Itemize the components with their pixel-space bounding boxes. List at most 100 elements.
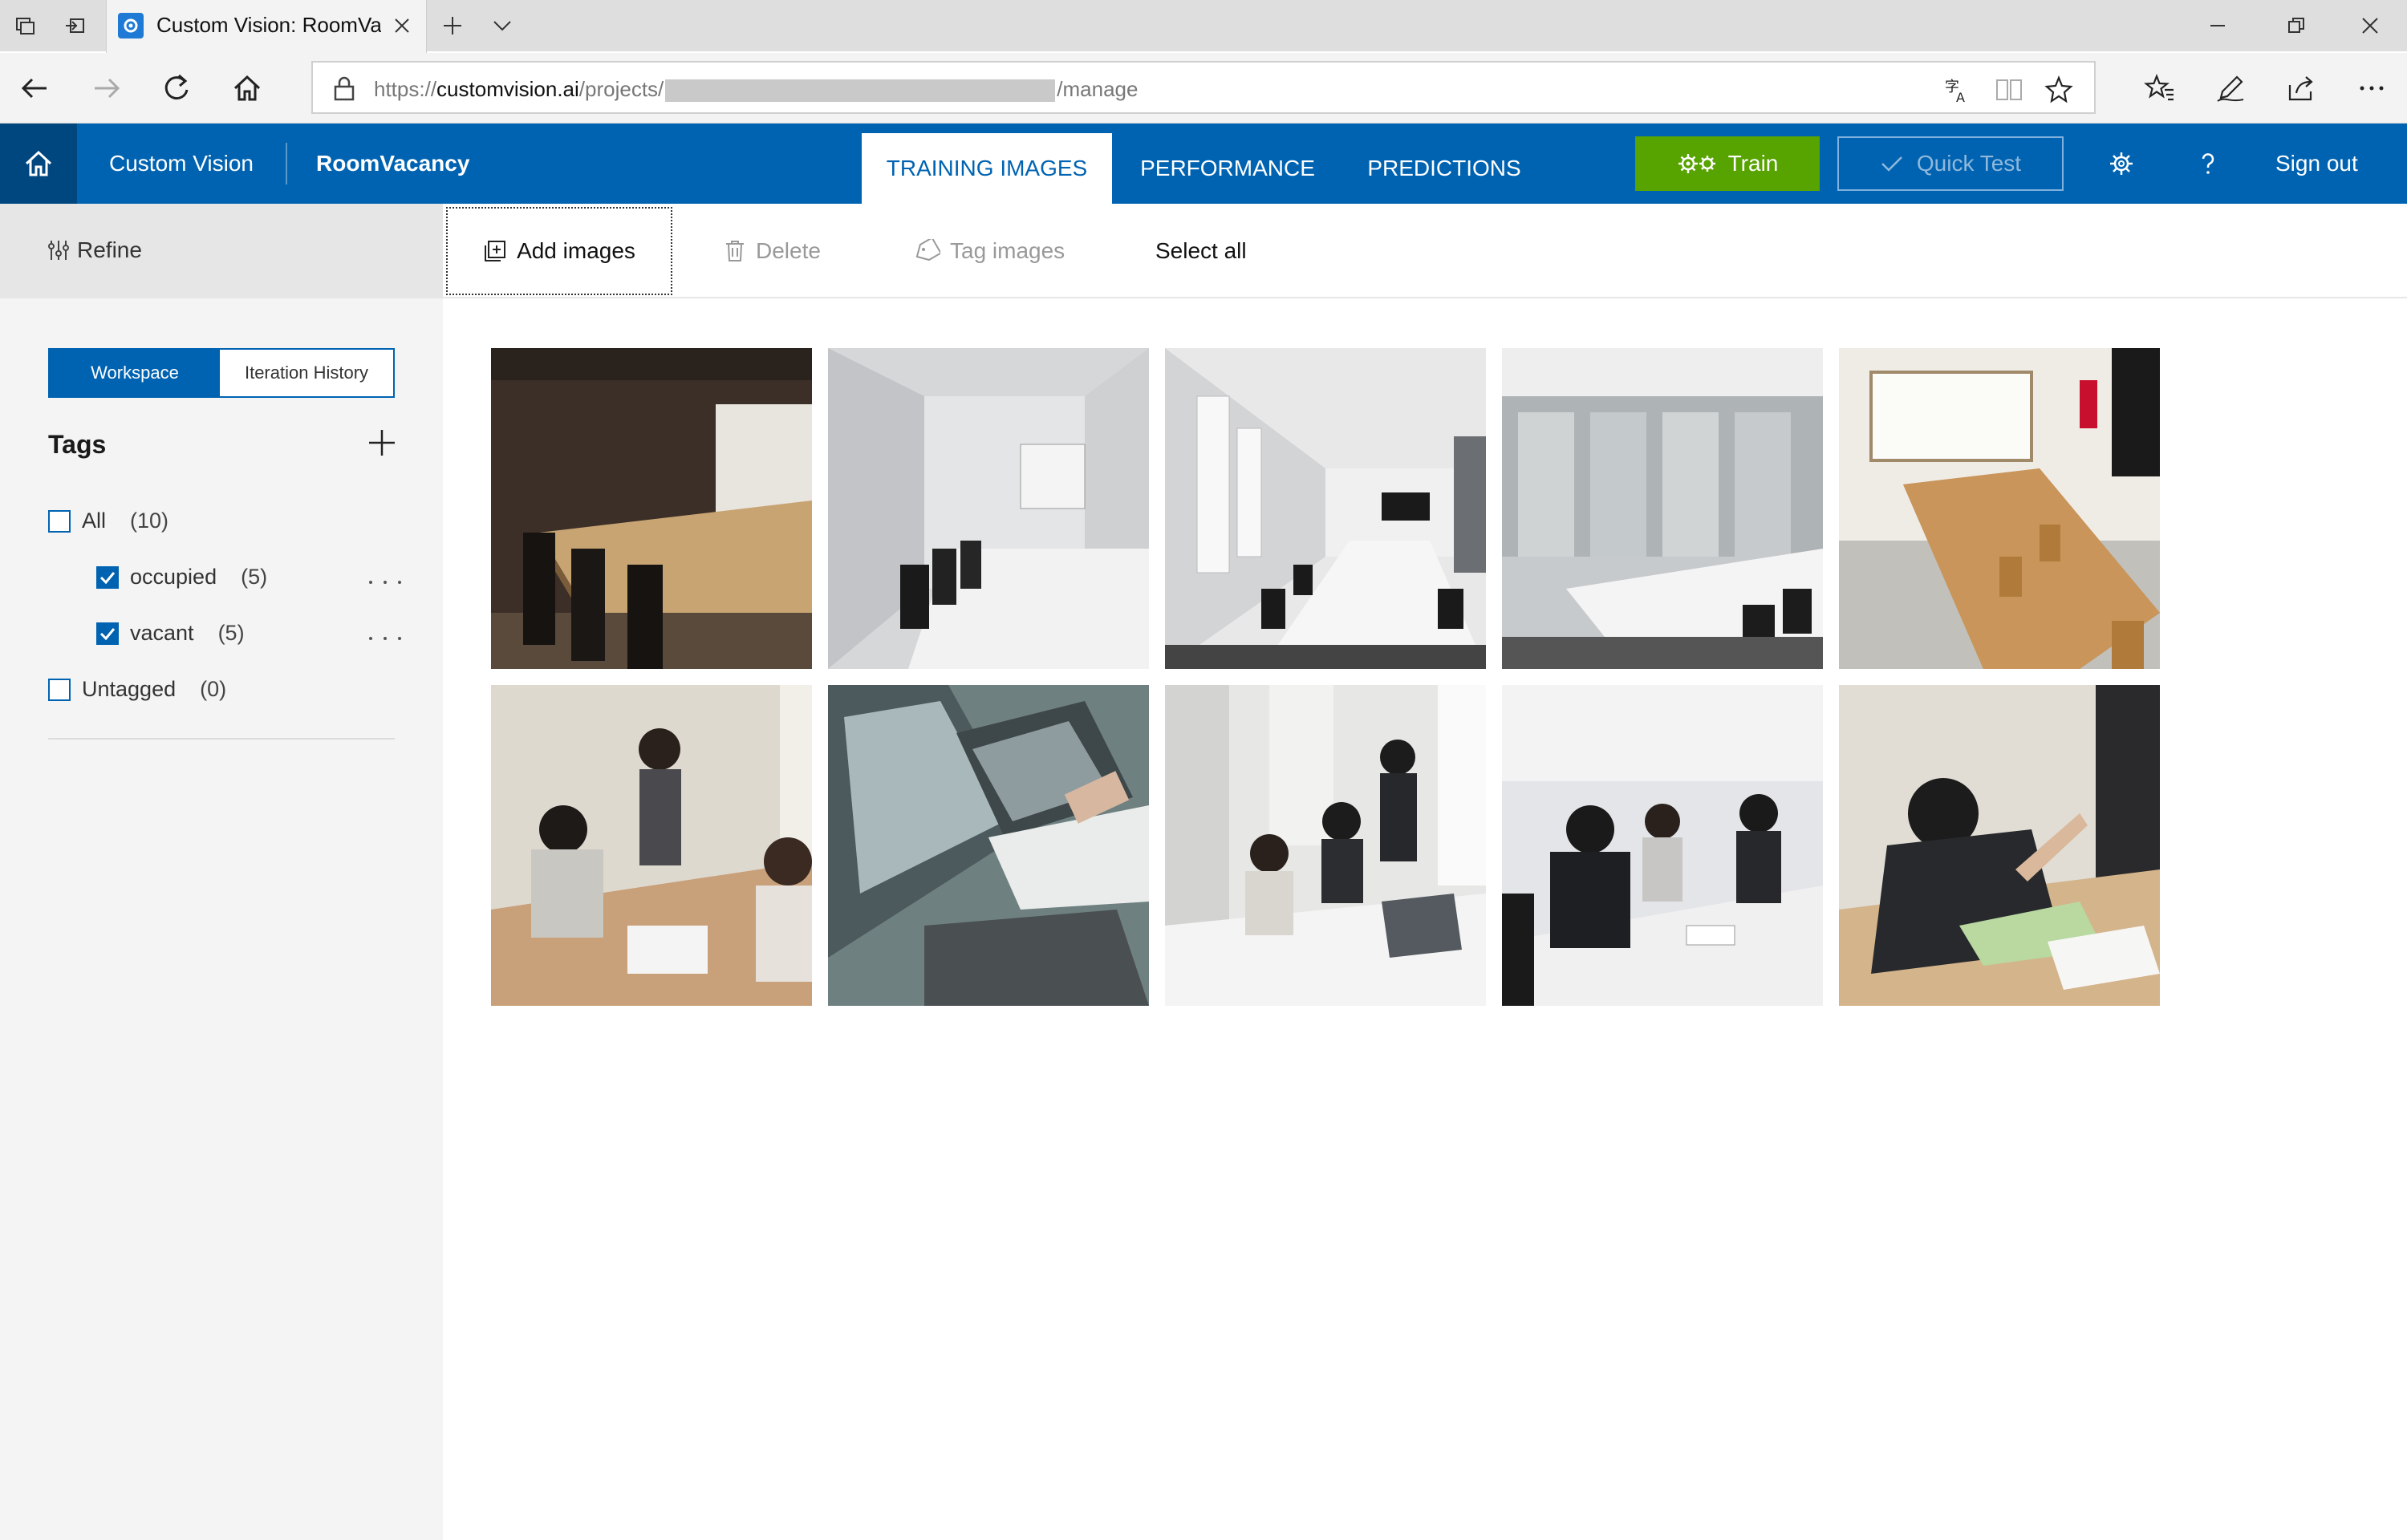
add-tag-icon[interactable] — [366, 427, 398, 459]
refresh-icon[interactable] — [157, 69, 196, 107]
sign-out-link[interactable]: Sign out — [2275, 151, 2358, 176]
tag-occupied-more-icon[interactable] — [369, 574, 401, 590]
project-name[interactable]: RoomVacancy — [316, 151, 469, 176]
url-path-start: /projects/ — [578, 77, 664, 101]
image-thumbnail-4[interactable] — [1502, 348, 1823, 669]
checkmark-icon — [99, 627, 116, 640]
tab-title: Custom Vision: RoomVa — [156, 13, 381, 37]
tab-predictions[interactable]: PREDICTIONS — [1351, 133, 1537, 204]
new-tab-icon[interactable] — [438, 11, 467, 40]
set-tabs-aside-icon[interactable] — [61, 11, 90, 40]
back-arrow-icon[interactable] — [16, 69, 55, 107]
trash-icon — [726, 241, 744, 261]
tag-images-button[interactable]: Tag images — [913, 204, 1065, 298]
delete-button[interactable]: Delete — [724, 204, 821, 298]
image-thumbnail-2[interactable] — [828, 348, 1149, 669]
image-thumbnail-3[interactable] — [1165, 348, 1486, 669]
train-label: Train — [1727, 151, 1779, 176]
web-note-pen-icon[interactable] — [2211, 69, 2250, 107]
help-question-icon[interactable] — [2192, 148, 2224, 180]
tag-row-all: All (10) — [48, 509, 168, 533]
checkmark-icon — [99, 571, 116, 584]
workspace-button[interactable]: Workspace — [50, 350, 220, 396]
tag-untagged-checkbox[interactable] — [48, 678, 71, 701]
header-separator — [286, 143, 287, 184]
image-thumbnail-6[interactable] — [491, 685, 812, 1006]
browser-titlebar: Custom Vision: RoomVa — [0, 0, 2407, 53]
refine-button[interactable]: Refine — [47, 237, 142, 263]
image-thumbnail-5[interactable] — [1839, 348, 2160, 669]
tags-heading: Tags — [48, 430, 107, 459]
image-thumbnail-1[interactable] — [491, 348, 812, 669]
browser-navbar: https://customvision.ai/projects/ /manage… — [0, 53, 2407, 124]
tag-untagged-count: (0) — [200, 677, 227, 701]
tab-manager-icon[interactable] — [11, 11, 40, 40]
favorite-star-icon[interactable] — [2043, 74, 2075, 106]
delete-label: Delete — [756, 238, 821, 263]
image-thumbnail-9[interactable] — [1502, 685, 1823, 1006]
refine-label: Refine — [77, 237, 142, 262]
url-host: customvision.ai — [436, 77, 579, 101]
forward-arrow-icon[interactable] — [87, 69, 125, 107]
home-icon[interactable] — [228, 69, 266, 107]
address-bar[interactable]: https://customvision.ai/projects/ /manage… — [311, 61, 2096, 114]
refine-bar: Refine — [0, 204, 443, 298]
settings-gear-icon[interactable] — [2105, 148, 2137, 180]
tag-vacant-more-icon[interactable] — [369, 630, 401, 646]
filter-sliders-icon — [48, 241, 69, 260]
tag-occupied-count: (5) — [241, 565, 268, 589]
close-window-icon[interactable] — [2354, 10, 2386, 42]
iteration-history-button[interactable]: Iteration History — [220, 350, 393, 396]
svg-text:A: A — [1956, 90, 1965, 104]
tags-divider — [48, 738, 395, 740]
tag-row-untagged: Untagged (0) — [48, 677, 226, 702]
url-scheme: https:// — [374, 77, 437, 101]
left-panel: Refine Workspace Iteration History Tags … — [0, 204, 443, 1540]
image-thumbnail-7[interactable] — [828, 685, 1149, 1006]
tag-images-label: Tag images — [950, 238, 1065, 263]
tag-all-checkbox[interactable] — [48, 509, 71, 533]
translate-icon[interactable]: 字A — [1942, 74, 1974, 106]
add-image-icon — [485, 241, 506, 261]
tab-preview-chevron-icon[interactable] — [488, 11, 517, 40]
tag-all-label: All — [82, 509, 107, 533]
more-menu-icon[interactable] — [2352, 69, 2391, 107]
image-thumbnail-10[interactable] — [1839, 685, 2160, 1006]
tab-performance[interactable]: PERFORMANCE — [1128, 133, 1327, 204]
workspace-history-toggle: Workspace Iteration History — [48, 348, 395, 398]
app-home-button[interactable] — [0, 124, 77, 204]
tag-row-occupied: occupied (5) — [96, 565, 267, 590]
tag-icon — [915, 239, 940, 261]
quick-test-button[interactable]: Quick Test — [1837, 136, 2064, 191]
tag-all-count: (10) — [130, 509, 169, 533]
tab-close-icon[interactable] — [389, 13, 415, 38]
image-grid — [491, 348, 2160, 1006]
share-icon[interactable] — [2282, 69, 2320, 107]
image-thumbnail-8[interactable] — [1165, 685, 1486, 1006]
minimize-icon[interactable] — [2202, 10, 2234, 42]
url-path-end: /manage — [1057, 77, 1139, 101]
gears-icon — [1678, 154, 1715, 173]
favorites-hub-icon[interactable] — [2141, 69, 2179, 107]
select-all-button[interactable]: Select all — [1155, 204, 1247, 298]
app-home-icon — [25, 150, 52, 176]
tag-vacant-count: (5) — [217, 621, 245, 645]
quick-test-label: Quick Test — [1916, 151, 2022, 176]
tag-occupied-checkbox[interactable] — [96, 565, 119, 589]
browser-tab[interactable]: Custom Vision: RoomVa — [106, 0, 427, 53]
url-text: https://customvision.ai/projects/ /manage — [374, 77, 1139, 103]
tab-training-images[interactable]: TRAINING IMAGES — [862, 133, 1112, 204]
add-images-button[interactable]: Add images — [446, 207, 672, 295]
tag-vacant-checkbox[interactable] — [96, 622, 119, 645]
tag-row-vacant: vacant (5) — [96, 621, 245, 646]
train-button[interactable]: Train — [1635, 136, 1820, 191]
url-redacted-segment — [665, 79, 1056, 103]
lock-icon — [332, 75, 356, 101]
app-header: Custom Vision RoomVacancy TRAINING IMAGE… — [0, 124, 2407, 204]
restore-icon[interactable] — [2280, 10, 2312, 42]
reading-view-icon[interactable] — [1993, 74, 2025, 106]
brand-link[interactable]: Custom Vision — [109, 151, 254, 176]
tag-untagged-label: Untagged — [82, 677, 177, 701]
tag-vacant-label: vacant — [130, 621, 194, 645]
custom-vision-favicon-icon — [118, 13, 144, 38]
